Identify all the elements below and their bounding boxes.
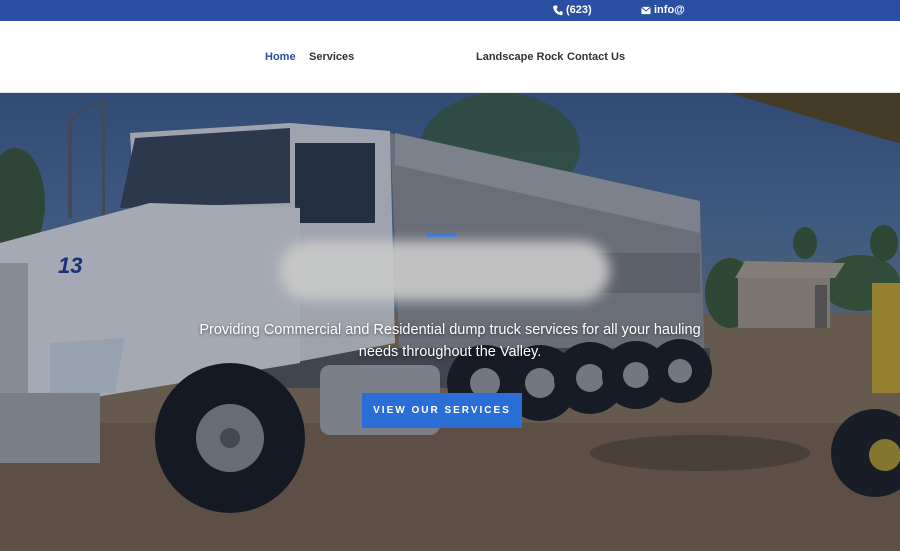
blurred-heading (280, 241, 610, 301)
phone-icon (553, 5, 563, 16)
nav-landscape-rock[interactable]: Landscape Rock (476, 51, 563, 64)
email-address: info@ (654, 4, 685, 16)
view-our-services-button[interactable]: VIEW OUR SERVICES (362, 393, 522, 428)
site-header: Home Services Landscape Rock Contact Us (0, 21, 900, 93)
envelope-icon (641, 5, 651, 16)
phone-number: (623) (566, 4, 592, 16)
nav-services[interactable]: Services (309, 51, 354, 64)
hero-slider: 13 Providing Commercial and Residential … (0, 93, 900, 551)
slider-active-bullet[interactable] (426, 233, 457, 237)
email-link[interactable]: info@ (641, 3, 685, 18)
nav-home[interactable]: Home (265, 51, 296, 64)
phone-link[interactable]: (623) (553, 3, 592, 18)
hero-tagline: Providing Commercial and Residential dum… (199, 322, 701, 360)
nav-contact-us[interactable]: Contact Us (567, 51, 625, 64)
top-contact-bar: (623) info@ (0, 0, 900, 21)
